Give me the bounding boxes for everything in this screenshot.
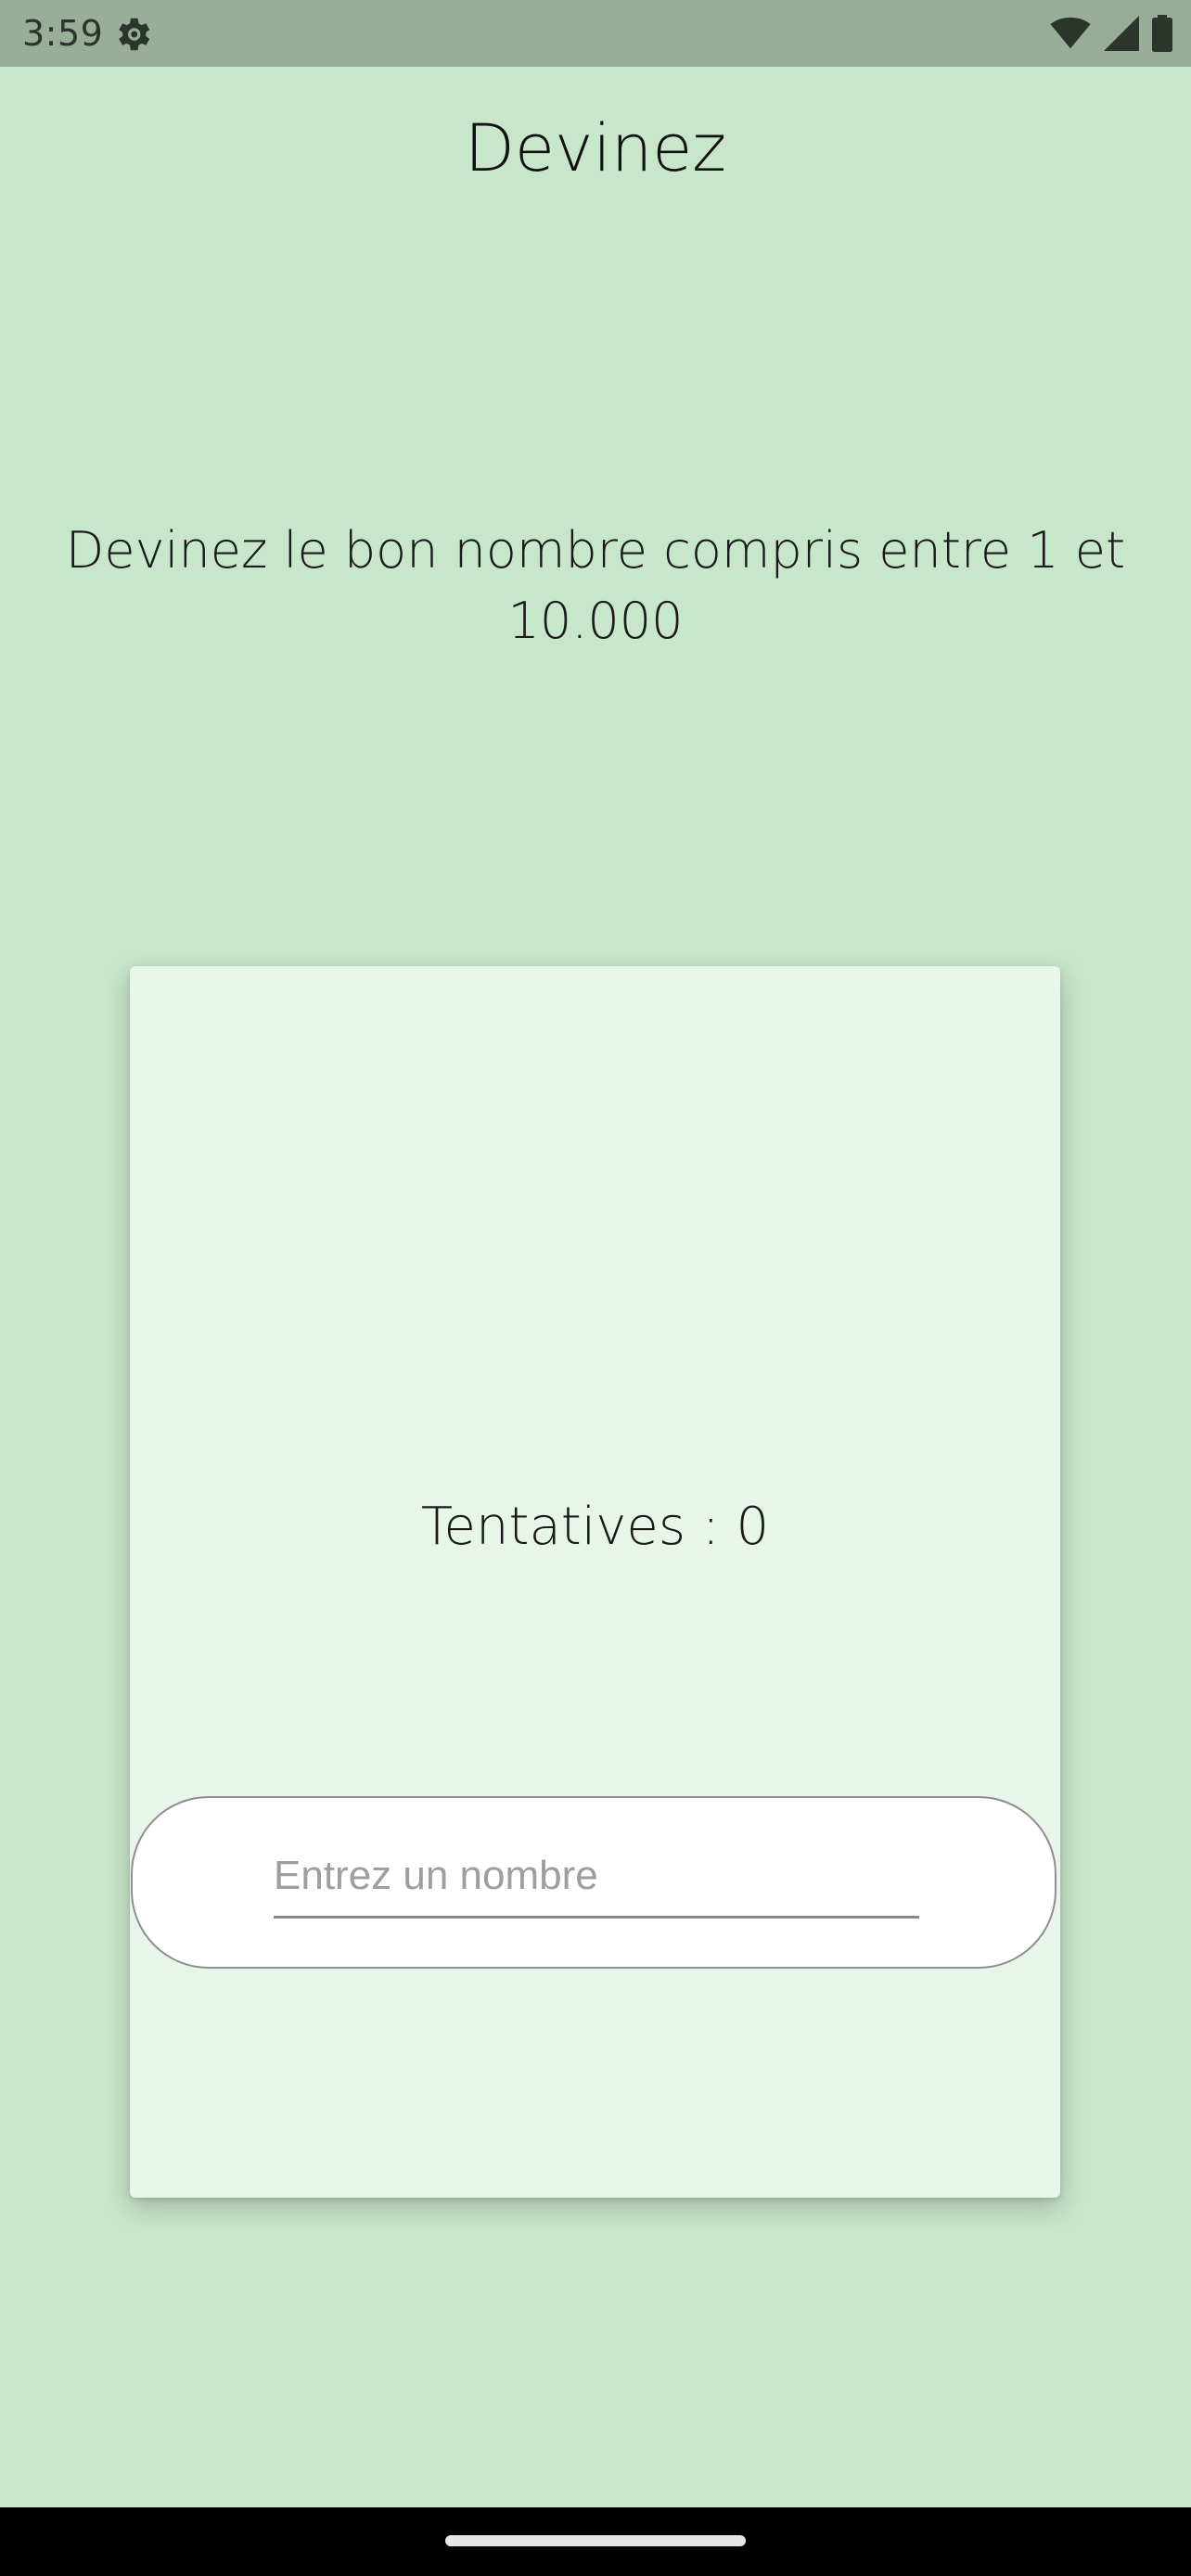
- wifi-icon: [1050, 17, 1091, 50]
- battery-icon: [1152, 15, 1172, 52]
- home-indicator[interactable]: [445, 2535, 746, 2546]
- signal-icon: [1104, 16, 1139, 51]
- navigation-bar: [0, 2507, 1191, 2576]
- game-card: Tentatives : 0: [130, 966, 1060, 2198]
- status-icons: [1050, 13, 1172, 54]
- settings-icon: [111, 13, 154, 56]
- page-title: Devinez: [464, 110, 727, 186]
- status-time: 3:59: [22, 13, 104, 54]
- guess-input[interactable]: [274, 1835, 919, 1919]
- attempts-counter: Tentatives : 0: [420, 1497, 770, 1557]
- guess-field-container: [131, 1796, 1057, 1969]
- instructions-text: Devinez le bon nombre compris entre 1 et…: [65, 521, 1126, 650]
- status-bar: 3:59: [0, 0, 1191, 67]
